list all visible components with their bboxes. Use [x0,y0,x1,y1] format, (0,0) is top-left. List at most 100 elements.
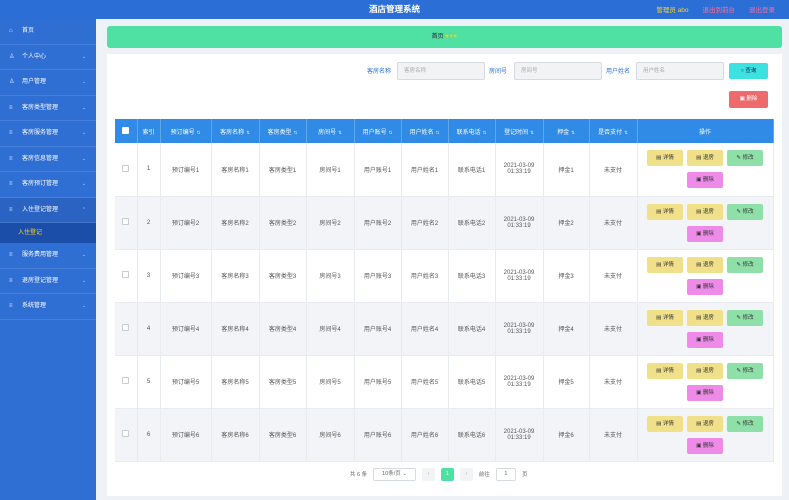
sidebar-item-service-fees[interactable]: ≡ 服务费用管理 ⌄ [0,243,96,269]
detail-button[interactable]: ▤ 详情 [647,362,683,379]
user-name-input[interactable]: 用户姓名 [636,62,724,80]
detail-button[interactable]: ▤ 详情 [647,203,683,220]
cell-room-no: 房间号4 [306,302,355,356]
detail-button[interactable]: ▤ 详情 [647,415,683,432]
delete-button[interactable]: ▣ 删除 [687,437,723,454]
sort-icon: ⇅ [624,129,628,135]
table-row: 3 预订编号3 客房名称3 客房类型3 房间号3 用户账号3 用户姓名3 联系电话3 2021-… [115,249,774,303]
edit-button[interactable]: ✎ 修改 [727,415,763,432]
sidebar-item-users[interactable]: ♙ 用户管理 ⌄ [0,70,96,96]
query-button[interactable]: ○ 查询 [729,63,768,79]
row-select-cell[interactable] [115,249,138,303]
cell-phone: 联系电话5 [448,355,496,409]
batch-delete-button[interactable]: ▣ 删除 [729,91,768,108]
delete-button[interactable]: ▣ 删除 [687,278,723,295]
logout-link[interactable]: 退出登录 [749,4,775,14]
row-select-cell[interactable] [115,196,138,250]
breadcrumb-home[interactable]: 首页 [432,34,444,40]
row-checkbox[interactable] [122,218,130,225]
cell-idx: 6 [137,408,161,462]
sidebar-item-home[interactable]: ⌂ 首页 [0,19,96,45]
detail-button[interactable]: ▤ 详情 [647,309,683,326]
col-header[interactable]: 用户账号 ⇅ [354,119,402,143]
sidebar-item-checkin[interactable]: ≡ 入住登记管理 ⌃ [0,197,96,223]
cell-date: 2021-03-09 01:33:19 [495,355,544,409]
row-checkbox[interactable] [122,377,130,384]
room-no-input[interactable]: 房间号 [514,62,602,80]
checkout-button[interactable]: ▤ 退房 [687,203,723,220]
next-page-button[interactable]: › [459,467,473,481]
edit-button[interactable]: ✎ 修改 [727,256,763,273]
cell-user: 用户姓名2 [401,196,449,250]
cell-deposit: 押金4 [543,302,590,356]
sidebar-item-room-types[interactable]: ≡ 客房类型管理 ⌄ [0,96,96,121]
actions-cell: ▤ 详情 ▤ 退房 ✎ 修改 ▣ 删除 [637,355,774,409]
cell-deposit: 押金2 [543,196,590,250]
col-header[interactable]: 客房名称 ⇅ [211,119,260,143]
col-header[interactable]: 房间号 ⇅ [306,119,355,143]
sidebar-item-label: 客房信息管理 [22,155,59,162]
page-size-select[interactable]: 10条/页 ⌄ [373,467,416,481]
switch-frontend-link[interactable]: 退出到前台 [703,4,736,14]
sidebar-item-reservations[interactable]: ≡ 客房预订管理 ⌄ [0,172,96,198]
edit-button[interactable]: ✎ 修改 [727,309,763,326]
checkout-button[interactable]: ▤ 退房 [687,362,723,379]
col-header[interactable]: 用户姓名 ⇅ [401,119,449,143]
select-all-cell[interactable] [115,119,138,143]
sidebar: ⌂ 首页 ♙ 个人中心 ⌄ ♙ 用户管理 ⌄ ≡ 客房类型管理 ⌄ ≡ 客房服务管理 ⌄ ≡ 客房信… [0,19,96,500]
cell-order: 预订编号2 [160,196,212,250]
row-select-cell[interactable] [115,408,138,462]
col-header[interactable]: 是否支付 ⇅ [589,119,638,143]
cell-date: 2021-03-09 01:33:19 [495,196,544,250]
cell-phone: 联系电话6 [448,408,496,462]
checkin-table: 索引 预订编号 ⇅ 客房名称 ⇅ 客房类型 ⇅ 房间号 ⇅ 用户账号 ⇅ 用户姓名 ⇅ 联系… [115,119,774,462]
row-checkbox[interactable] [122,430,130,437]
row-checkbox[interactable] [122,164,130,172]
row-checkbox[interactable] [122,324,130,331]
col-header[interactable]: 预订编号 ⇅ [160,119,212,143]
row-select-cell[interactable] [115,143,138,197]
row-checkbox[interactable] [122,271,130,278]
sidebar-item-room-info[interactable]: ≡ 客房信息管理 ⌄ [0,147,96,172]
sidebar-item-label: 服务费用管理 [22,252,59,258]
edit-button[interactable]: ✎ 修改 [727,362,763,379]
table-row: 5 预订编号5 客房名称5 客房类型5 房间号5 用户账号5 用户姓名5 联系电话5 2021-… [115,355,774,409]
prev-page-button[interactable]: ‹ [421,467,435,481]
sidebar-subitem-checkin[interactable]: 入住登记 [0,223,96,243]
sort-icon: ⇅ [293,129,298,135]
detail-button[interactable]: ▤ 详情 [647,256,683,273]
actions-cell: ▤ 详情 ▤ 退房 ✎ 修改 ▣ 删除 [637,408,774,462]
cell-room-no: 房间号6 [306,408,355,462]
cell-phone: 联系电话1 [448,143,496,197]
row-select-cell[interactable] [115,302,138,356]
checkout-button[interactable]: ▤ 退房 [687,150,723,167]
page-button[interactable]: 1 [440,467,454,481]
room-name-input[interactable]: 客房名称 [397,62,485,80]
sidebar-item-system[interactable]: ≡ 系统管理 ⌄ [0,294,96,320]
sidebar-item-profile[interactable]: ♙ 个人中心 ⌄ [0,45,96,70]
menu-icon: ≡ [9,277,13,284]
row-select-cell[interactable] [115,355,138,409]
col-header[interactable]: 联系电话 ⇅ [448,119,496,143]
sidebar-item-room-service[interactable]: ≡ 客房服务管理 ⌄ [0,121,96,147]
col-header[interactable]: 客房类型 ⇅ [259,119,307,143]
detail-button[interactable]: ▤ 详情 [647,150,683,167]
query-button-label: 查询 [745,68,757,74]
cell-room-type: 客房类型6 [259,408,307,462]
delete-button[interactable]: ▣ 删除 [687,225,723,242]
delete-button[interactable]: ▣ 删除 [687,172,723,189]
chevron-down-icon: ⌄ [81,130,86,136]
edit-button[interactable]: ✎ 修改 [727,203,763,220]
checkout-button[interactable]: ▤ 退房 [687,256,723,273]
sort-icon: ⇅ [530,129,534,135]
col-header[interactable]: 登记时间 ⇅ [495,119,544,143]
checkout-button[interactable]: ▤ 退房 [687,309,723,326]
edit-button[interactable]: ✎ 修改 [727,150,763,167]
delete-button[interactable]: ▣ 删除 [687,384,723,401]
delete-button[interactable]: ▣ 删除 [687,331,723,348]
sidebar-item-checkout[interactable]: ≡ 退房登记管理 ⌄ [0,269,96,294]
col-header[interactable]: 押金 ⇅ [543,119,590,143]
goto-page-input[interactable]: 1 [495,467,516,481]
checkout-button[interactable]: ▤ 退房 [687,415,723,432]
select-all-checkbox[interactable] [122,126,130,134]
